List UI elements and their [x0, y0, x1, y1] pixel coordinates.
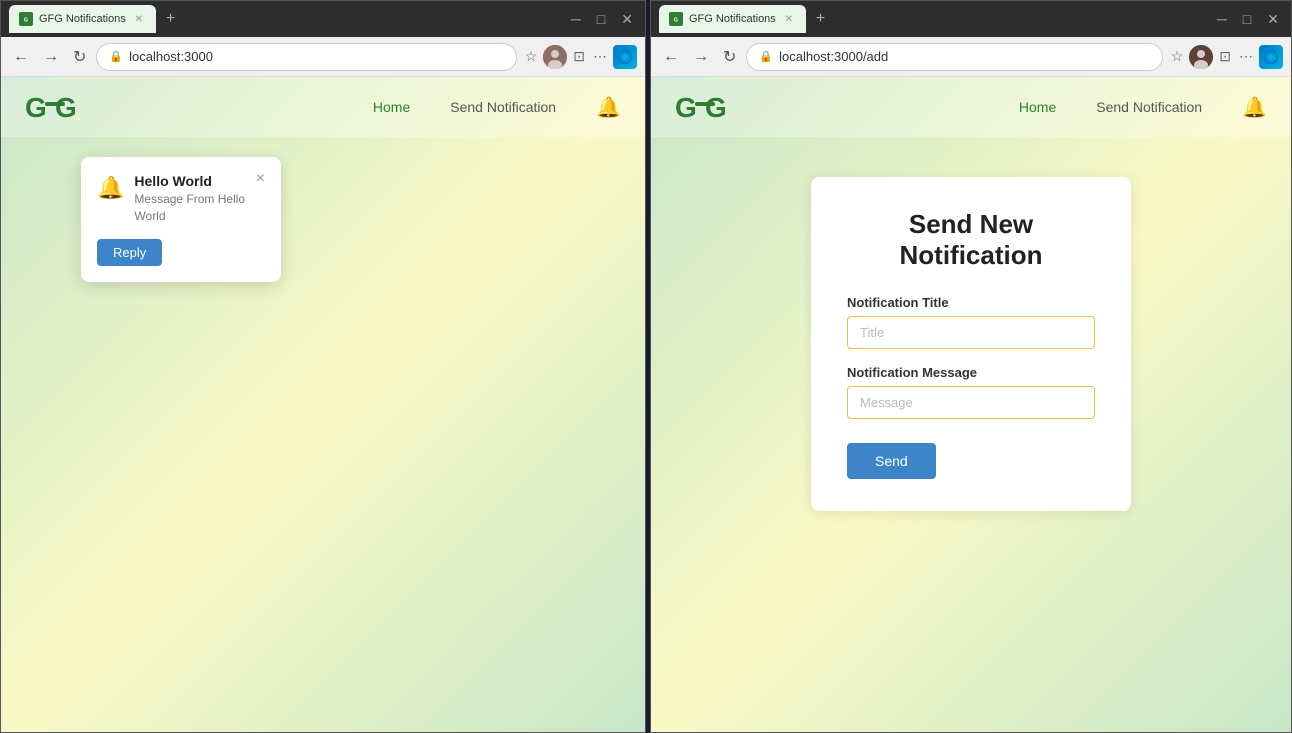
- home-link-left[interactable]: Home: [373, 99, 410, 115]
- logo-svg-left: G G: [25, 89, 85, 125]
- tabs-area-left: G GFG Notifications ✕ +: [9, 5, 563, 33]
- notification-popup: 🔔 Hello World Message From Hello World ×…: [81, 157, 281, 282]
- address-bar-right: ← → ↻ 🔒 localhost:3000/add ☆ ⊡ ⋯: [651, 37, 1291, 77]
- lock-icon-right: 🔒: [759, 50, 773, 63]
- send-button[interactable]: Send: [847, 443, 936, 479]
- avatar-left[interactable]: [543, 45, 567, 69]
- gfg-logo-right: G G: [675, 89, 735, 125]
- title-bar-right: G GFG Notifications ✕ + ─ □ ✕: [651, 1, 1291, 37]
- home-link-right[interactable]: Home: [1019, 99, 1056, 115]
- tabs-area-right: G GFG Notifications ✕ +: [659, 5, 1209, 33]
- message-field-label: Notification Message: [847, 365, 1095, 380]
- svg-text:G: G: [674, 17, 678, 23]
- maximize-button-left[interactable]: □: [593, 9, 609, 29]
- title-bar-right-left: ─ □ ✕: [567, 9, 637, 30]
- back-button-left[interactable]: ←: [9, 46, 33, 68]
- address-bar-left: ← → ↻ 🔒 localhost:3000 ☆ ⊡ ⋯: [1, 37, 645, 77]
- notif-message: Message From Hello World: [134, 191, 245, 225]
- avatar-right[interactable]: [1189, 45, 1213, 69]
- svg-text:G: G: [24, 17, 28, 23]
- notif-title: Hello World: [134, 173, 245, 189]
- form-container: Send New Notification Notification Title…: [651, 137, 1291, 551]
- new-tab-button-left[interactable]: +: [160, 8, 181, 30]
- send-notification-link-left[interactable]: Send Notification: [450, 99, 556, 115]
- tab-favicon-right: G: [669, 12, 683, 26]
- tab-title-right: GFG Notifications: [689, 13, 776, 25]
- form-card: Send New Notification Notification Title…: [811, 177, 1131, 511]
- tab-favicon-left: G: [19, 12, 33, 26]
- forward-button-left[interactable]: →: [39, 46, 63, 68]
- close-button-left[interactable]: ✕: [617, 9, 637, 30]
- nav-links-right: Home Send Notification 🔔: [1019, 95, 1267, 120]
- edge-icon-left: [613, 45, 637, 69]
- address-bar-actions-left: ☆ ⊡ ⋯: [523, 45, 637, 69]
- url-text-left: localhost:3000: [129, 49, 504, 64]
- tab-close-left[interactable]: ✕: [132, 12, 146, 26]
- more-button-left[interactable]: ⋯: [591, 46, 609, 67]
- tab-right-active[interactable]: G GFG Notifications ✕: [659, 5, 806, 33]
- app-navbar-right: G G Home Send Notification 🔔: [651, 77, 1291, 137]
- message-input[interactable]: [847, 386, 1095, 419]
- title-field-label: Notification Title: [847, 295, 1095, 310]
- split-button-right[interactable]: ⊡: [1217, 46, 1233, 67]
- star-button-left[interactable]: ☆: [523, 46, 540, 67]
- url-bar-right[interactable]: 🔒 localhost:3000/add: [746, 43, 1162, 71]
- refresh-button-right[interactable]: ↻: [719, 45, 740, 69]
- browser-window-right: G GFG Notifications ✕ + ─ □ ✕ ← → ↻ 🔒 lo…: [650, 0, 1292, 733]
- more-button-right[interactable]: ⋯: [1237, 46, 1255, 67]
- svg-text:G: G: [25, 92, 47, 123]
- svg-text:G: G: [55, 92, 77, 123]
- split-button-left[interactable]: ⊡: [571, 46, 587, 67]
- title-input[interactable]: [847, 316, 1095, 349]
- app-content-right: G G Home Send Notification 🔔 Send New No…: [651, 77, 1291, 732]
- back-button-right[interactable]: ←: [659, 46, 683, 68]
- lock-icon-left: 🔒: [109, 50, 123, 63]
- tab-title-left: GFG Notifications: [39, 13, 126, 25]
- svg-text:G: G: [675, 92, 697, 123]
- forward-button-right[interactable]: →: [689, 46, 713, 68]
- gfg-logo-left: G G: [25, 89, 85, 125]
- notif-header: 🔔 Hello World Message From Hello World ×: [97, 173, 265, 225]
- reply-button[interactable]: Reply: [97, 239, 162, 266]
- url-text-right: localhost:3000/add: [779, 49, 1150, 64]
- app-navbar-left: G G Home Send Notification 🔔: [1, 77, 645, 137]
- refresh-button-left[interactable]: ↻: [69, 45, 90, 69]
- close-button-right[interactable]: ✕: [1263, 9, 1283, 30]
- url-bar-left[interactable]: 🔒 localhost:3000: [96, 43, 516, 71]
- logo-svg-right: G G: [675, 89, 735, 125]
- browser-window-left: G GFG Notifications ✕ + ─ □ ✕ ← → ↻ 🔒 lo…: [0, 0, 646, 733]
- notif-bell-icon: 🔔: [97, 175, 124, 201]
- title-bar-left: G GFG Notifications ✕ + ─ □ ✕: [1, 1, 645, 37]
- edge-icon-right: [1259, 45, 1283, 69]
- address-bar-actions-right: ☆ ⊡ ⋯: [1169, 45, 1283, 69]
- title-bar-controls-right: ─ □ ✕: [1213, 9, 1283, 30]
- bell-icon-left[interactable]: 🔔: [596, 95, 621, 120]
- new-tab-button-right[interactable]: +: [810, 8, 831, 30]
- minimize-button-right[interactable]: ─: [1213, 9, 1231, 29]
- star-button-right[interactable]: ☆: [1169, 46, 1186, 67]
- tab-left-active[interactable]: G GFG Notifications ✕: [9, 5, 156, 33]
- app-content-left: G G Home Send Notification 🔔 🔔 Hello Wor…: [1, 77, 645, 732]
- notif-content: Hello World Message From Hello World: [134, 173, 245, 225]
- form-page-title: Send New Notification: [847, 209, 1095, 271]
- tab-close-right[interactable]: ✕: [782, 12, 796, 26]
- send-notification-link-right[interactable]: Send Notification: [1096, 99, 1202, 115]
- notif-close-button[interactable]: ×: [256, 171, 265, 187]
- maximize-button-right[interactable]: □: [1239, 9, 1255, 29]
- bell-icon-right[interactable]: 🔔: [1242, 95, 1267, 120]
- svg-text:G: G: [705, 92, 727, 123]
- nav-links-left: Home Send Notification 🔔: [373, 95, 621, 120]
- minimize-button-left[interactable]: ─: [567, 9, 585, 29]
